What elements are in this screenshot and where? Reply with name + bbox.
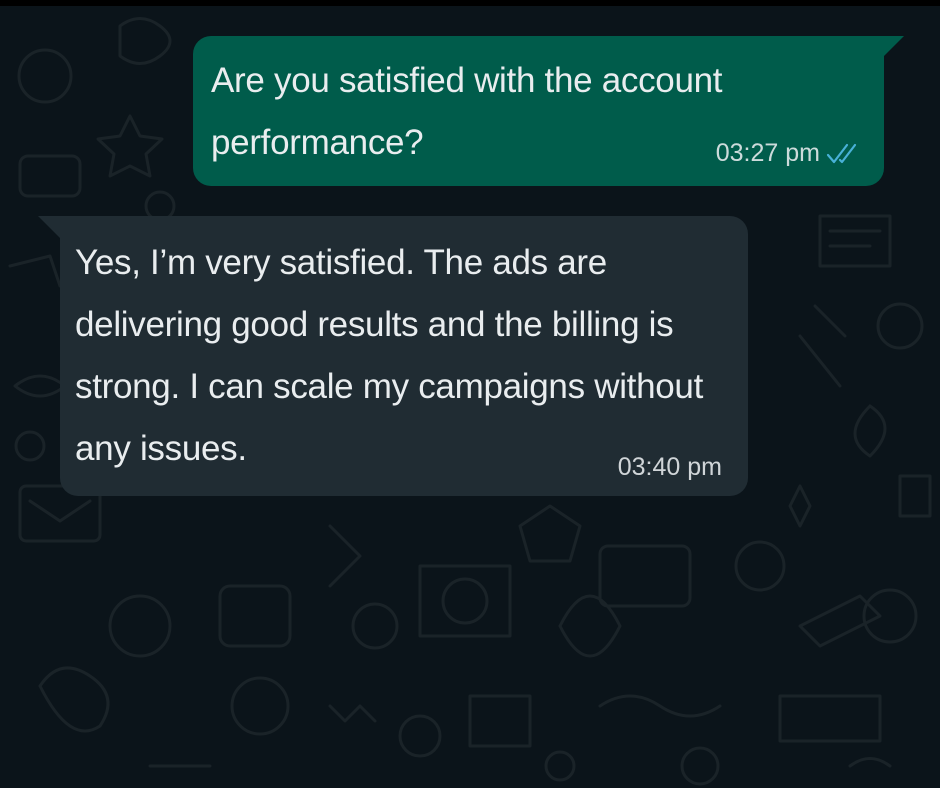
double-check-read-icon	[826, 142, 860, 166]
chat-panel: Are you satisfied with the account perfo…	[0, 6, 940, 788]
message-text: Yes, I’m very satisfied. The ads are del…	[75, 243, 704, 468]
bubble-tail	[882, 36, 904, 58]
incoming-message-bubble[interactable]: Yes, I’m very satisfied. The ads are del…	[38, 216, 748, 496]
message-time: 03:40 pm	[617, 453, 722, 481]
message-meta: 03:27 pm	[716, 139, 860, 168]
bubble-tail	[38, 216, 60, 238]
message-time: 03:27 pm	[715, 139, 820, 167]
outgoing-message-bubble[interactable]: Are you satisfied with the account perfo…	[193, 36, 904, 186]
message-meta: 03:40 pm	[618, 453, 722, 482]
